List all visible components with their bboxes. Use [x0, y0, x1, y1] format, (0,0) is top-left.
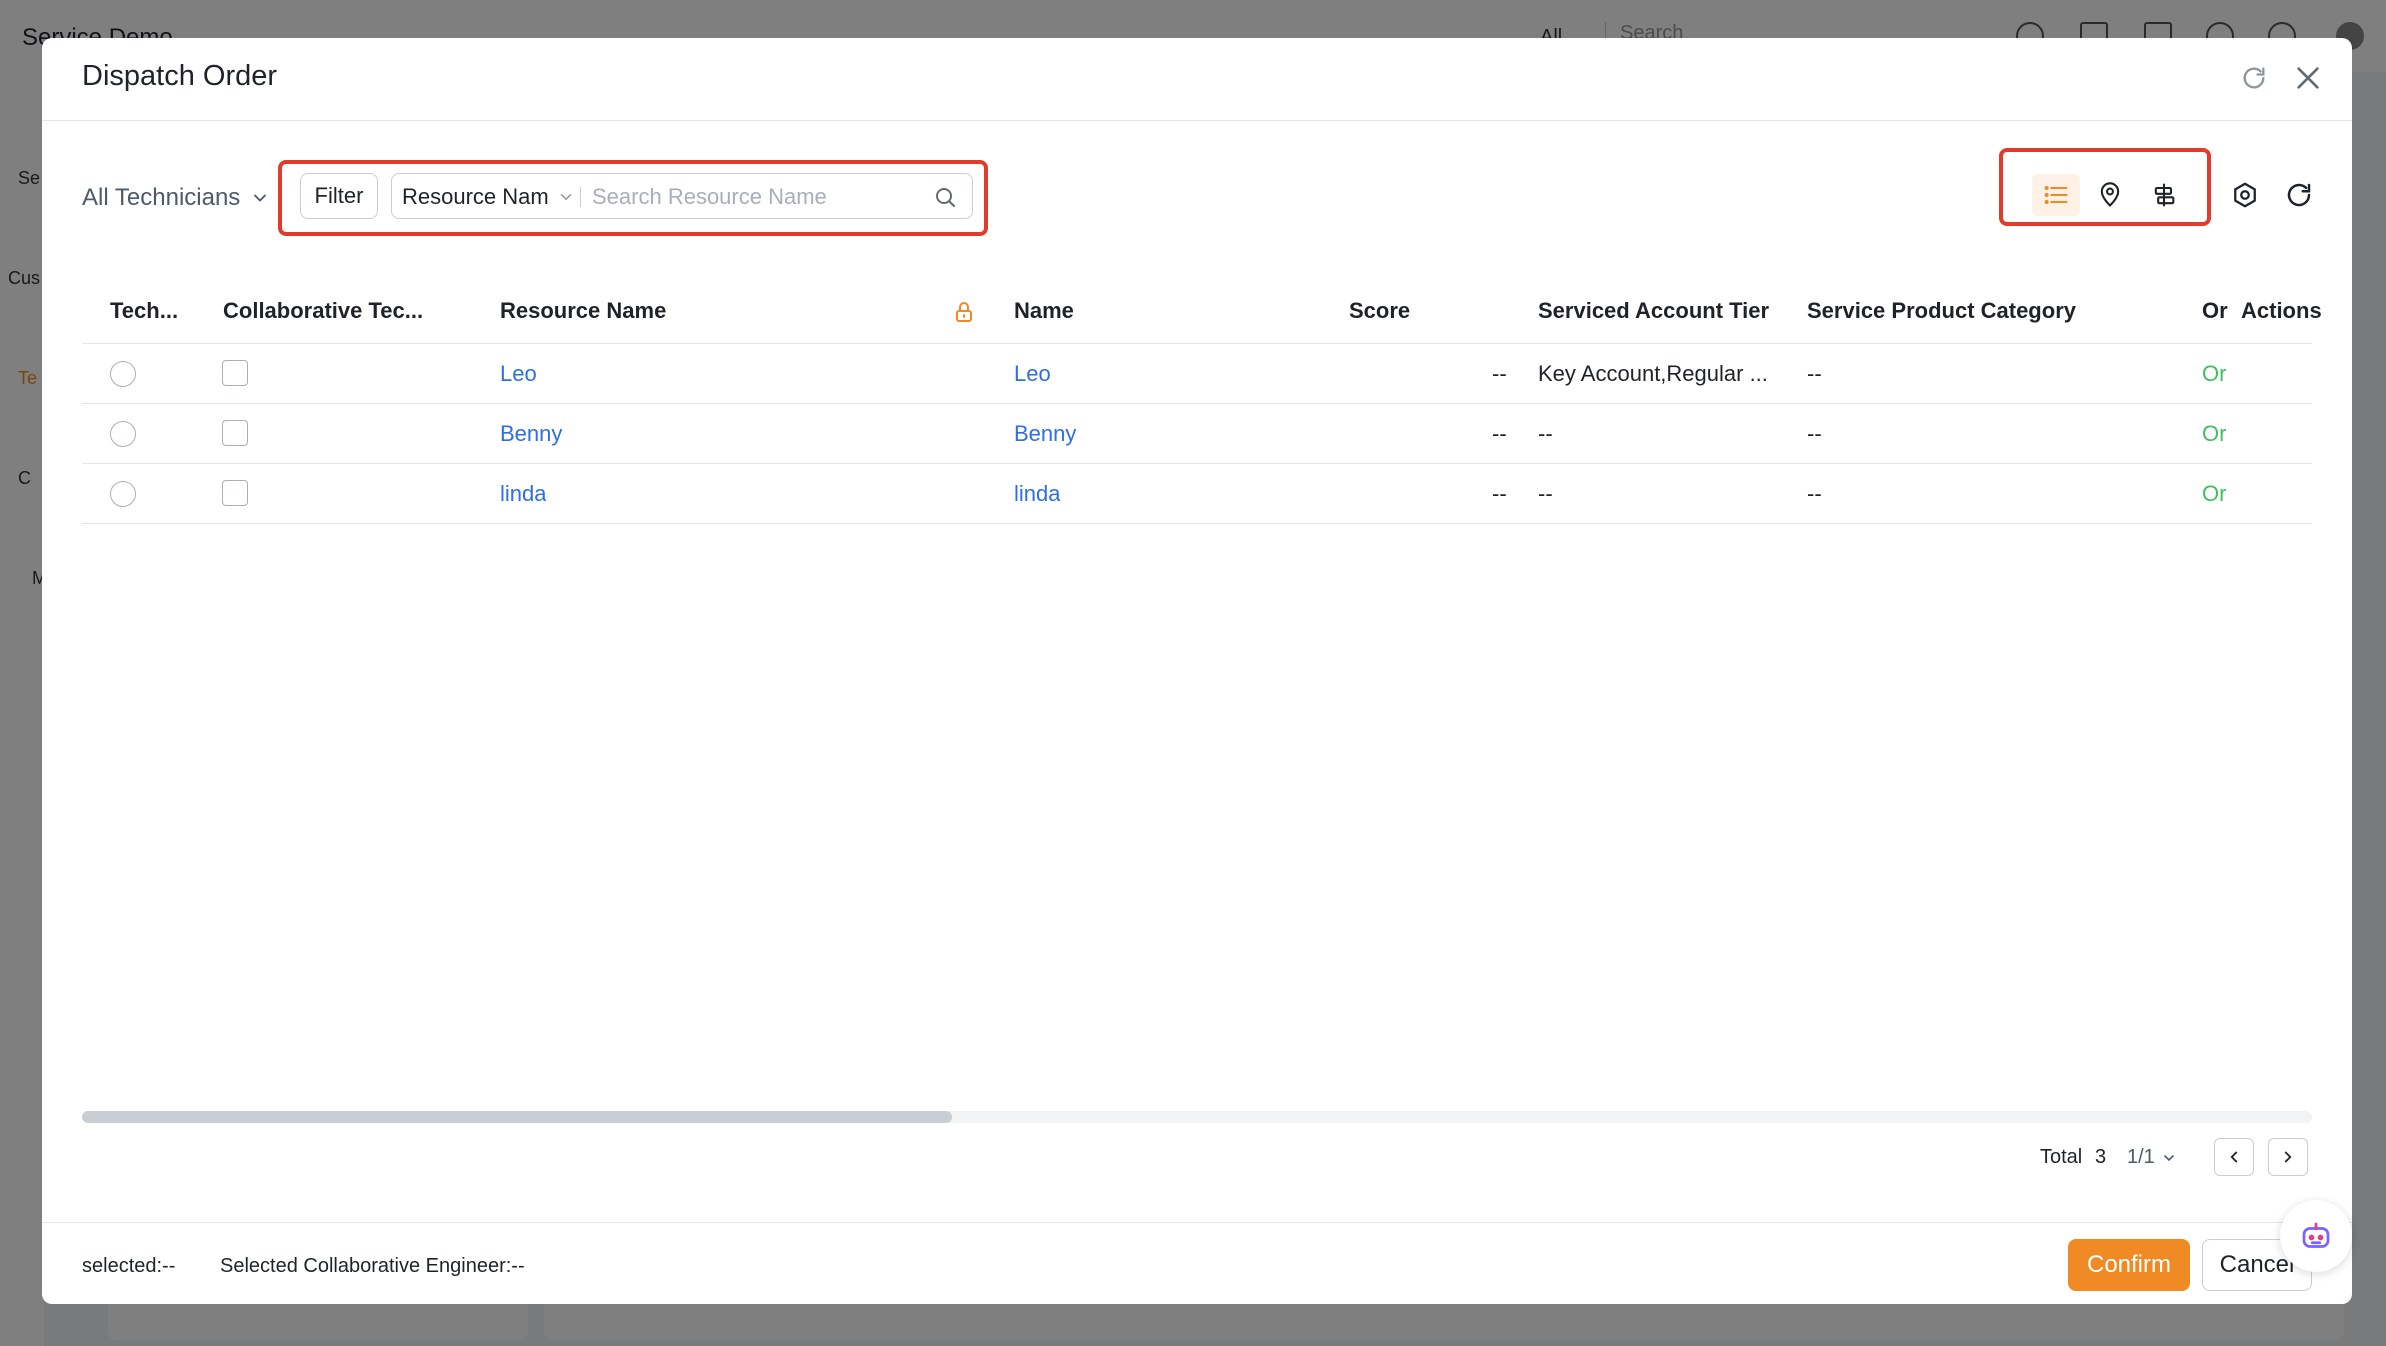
search-divider	[580, 187, 581, 207]
table-header: Tech... Collaborative Tec... Resource Na…	[82, 278, 2322, 344]
search-field-select[interactable]: Resource Nam	[402, 174, 575, 220]
table-row: linda linda -- -- -- Or	[82, 464, 2312, 524]
column-header-collaborative[interactable]: Collaborative Tec...	[223, 278, 433, 344]
pagination-total-label: Total	[2040, 1146, 2083, 1168]
resource-name-link[interactable]: Leo	[500, 344, 537, 404]
or-cell: Or	[2202, 421, 2227, 446]
pagination-page-value: 1/1	[2127, 1146, 2155, 1168]
account-tier-cell: --	[1538, 421, 1553, 446]
resource-name-link[interactable]: linda	[500, 464, 546, 524]
product-category-cell: --	[1807, 361, 1822, 386]
column-header-product-category[interactable]: Service Product Category	[1807, 278, 2107, 344]
search-input[interactable]	[592, 182, 922, 212]
technician-scope-select[interactable]: All Technicians	[82, 184, 270, 212]
collaborative-checkbox[interactable]	[222, 480, 248, 506]
chevron-down-icon	[2164, 1154, 2174, 1161]
resource-name-link[interactable]: Benny	[500, 404, 562, 464]
technician-radio[interactable]	[110, 361, 136, 387]
next-page-button[interactable]	[2268, 1138, 2308, 1176]
resource-search-group: Resource Nam	[391, 173, 973, 219]
collaborative-checkbox[interactable]	[222, 360, 248, 386]
column-header-score[interactable]: Score	[1349, 278, 1469, 344]
confirm-button[interactable]: Confirm	[2068, 1239, 2190, 1291]
search-icon[interactable]	[933, 185, 957, 209]
score-cell: --	[1492, 361, 1507, 386]
product-category-cell: --	[1807, 481, 1822, 506]
previous-page-button[interactable]	[2214, 1138, 2254, 1176]
gantt-icon	[2154, 183, 2175, 207]
technician-scope-label: All Technicians	[82, 184, 241, 211]
or-cell: Or	[2202, 481, 2227, 506]
robot-icon	[2302, 1222, 2330, 1248]
table-row: Leo Leo -- Key Account,Regular ... -- Or	[82, 344, 2312, 404]
selected-collaborative-text: Selected Collaborative Engineer:--	[220, 1255, 525, 1277]
horizontal-scrollbar-thumb[interactable]	[82, 1111, 952, 1123]
name-link[interactable]: linda	[1014, 464, 1060, 524]
reload-icon[interactable]	[2282, 178, 2316, 212]
column-header-resource-name[interactable]: Resource Name	[500, 278, 800, 344]
chevron-down-icon	[560, 194, 571, 201]
filter-button[interactable]: Filter	[300, 173, 378, 219]
chevron-down-icon	[254, 194, 267, 202]
selected-technician-text: selected:--	[82, 1255, 176, 1277]
column-header-or[interactable]: Or	[2202, 278, 2236, 344]
chevron-left-icon	[2230, 1151, 2238, 1163]
technician-radio[interactable]	[110, 481, 136, 507]
lock-icon[interactable]	[952, 300, 976, 326]
list-icon	[2044, 186, 2068, 204]
account-tier-cell: Key Account,Regular ...	[1538, 361, 1768, 386]
product-category-cell: --	[1807, 421, 1822, 446]
name-link[interactable]: Leo	[1014, 344, 1051, 404]
pagination-page-select[interactable]: 1/1	[2127, 1146, 2177, 1169]
list-view-button[interactable]	[2032, 174, 2080, 216]
pagination-total-count: 3	[2095, 1146, 2107, 1168]
column-header-actions: Actions	[2241, 298, 2322, 323]
modal-title: Dispatch Order	[82, 60, 278, 92]
column-header-technician[interactable]: Tech...	[110, 278, 200, 344]
search-field-value: Resource Nam	[402, 184, 549, 209]
or-cell: Or	[2202, 361, 2227, 386]
assistant-button[interactable]	[2280, 1200, 2352, 1272]
name-link[interactable]: Benny	[1014, 404, 1076, 464]
dispatch-order-modal: Dispatch Order All Technicians Filter Re…	[42, 38, 2352, 1304]
modal-header: Dispatch Order	[42, 38, 2352, 121]
column-header-name[interactable]: Name	[1014, 278, 1214, 344]
chevron-right-icon	[2284, 1151, 2292, 1163]
score-cell: --	[1492, 421, 1507, 446]
settings-icon[interactable]	[2228, 178, 2262, 212]
close-icon[interactable]	[2292, 62, 2324, 94]
refresh-icon[interactable]	[2240, 64, 2268, 92]
gantt-view-button[interactable]	[2140, 174, 2188, 216]
collaborative-checkbox[interactable]	[222, 420, 248, 446]
account-tier-cell: --	[1538, 481, 1553, 506]
modal-footer: selected:-- Selected Collaborative Engin…	[42, 1222, 2352, 1304]
technician-radio[interactable]	[110, 421, 136, 447]
table-row: Benny Benny -- -- -- Or	[82, 404, 2312, 464]
map-pin-icon	[2100, 182, 2120, 207]
map-view-button[interactable]	[2086, 174, 2134, 216]
score-cell: --	[1492, 481, 1507, 506]
column-header-account-tier[interactable]: Serviced Account Tier	[1538, 278, 1778, 344]
